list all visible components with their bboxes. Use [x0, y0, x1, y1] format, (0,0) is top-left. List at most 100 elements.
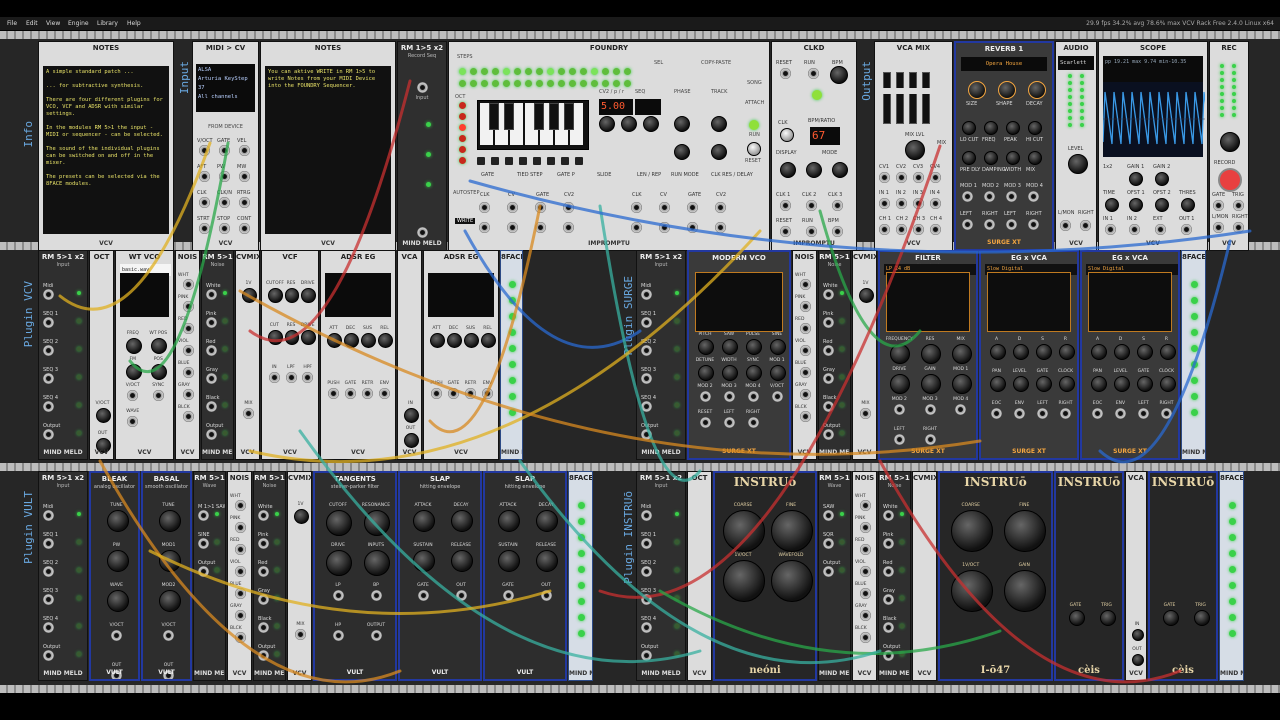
module-knob[interactable]: [301, 330, 316, 345]
notes-module[interactable]: NOTES A simple standard patch ... ... fo…: [38, 41, 174, 251]
selector-led[interactable]: [675, 540, 679, 544]
module-jack[interactable]: [268, 372, 280, 383]
reverb-param-knob[interactable]: [1028, 151, 1042, 165]
module-jack[interactable]: [431, 388, 442, 399]
selector-jack[interactable]: [641, 622, 652, 633]
selector-jack[interactable]: [823, 289, 834, 300]
selector-jack[interactable]: [206, 345, 217, 356]
channel-fader[interactable]: [907, 72, 919, 124]
selector-led[interactable]: [840, 347, 844, 351]
module-knob[interactable]: [771, 560, 813, 602]
channel-output-jack[interactable]: [896, 224, 907, 235]
step-led[interactable]: [613, 80, 620, 87]
clock-output-jack[interactable]: [832, 200, 843, 211]
foundry-knob[interactable]: [674, 144, 690, 160]
module-knob[interactable]: [344, 333, 359, 348]
step-led[interactable]: [591, 80, 598, 87]
preset-slot-led[interactable]: [1229, 566, 1236, 573]
preset-slot-led[interactable]: [1191, 361, 1198, 368]
step-led[interactable]: [569, 68, 576, 75]
piano-black-key[interactable]: [504, 103, 514, 130]
selector-led[interactable]: [223, 347, 227, 351]
channel-fader[interactable]: [881, 72, 893, 124]
module-jack[interactable]: [924, 434, 936, 445]
clkd-input-jack[interactable]: [780, 68, 791, 79]
mod-input-jack[interactable]: [962, 191, 973, 202]
module-knob[interactable]: [921, 344, 941, 364]
noise-output-jack[interactable]: [235, 566, 246, 577]
module-knob[interactable]: [1162, 610, 1179, 626]
mod-input-jack[interactable]: [1028, 191, 1039, 202]
step-led[interactable]: [503, 80, 510, 87]
module-jack[interactable]: [465, 388, 476, 399]
module-knob[interactable]: [498, 510, 520, 532]
selector-jack[interactable]: [883, 510, 894, 521]
selector-led[interactable]: [275, 652, 279, 656]
preset-slot-led[interactable]: [1191, 281, 1198, 288]
surge-filter-module[interactable]: FILTERStandardLP 24 dBFREQUENCYRESMIXDRI…: [878, 250, 978, 460]
selector-jack[interactable]: [883, 650, 894, 661]
module-jack[interactable]: [771, 391, 783, 402]
foundry-jack[interactable]: [715, 222, 726, 233]
module-knob[interactable]: [722, 339, 738, 355]
mix-level-knob[interactable]: [905, 140, 925, 160]
selector-jack[interactable]: [883, 566, 894, 577]
selector-led[interactable]: [675, 375, 679, 379]
module-jack[interactable]: [991, 408, 1002, 419]
clkd-output-jack[interactable]: [780, 226, 791, 237]
module-knob[interactable]: [1058, 344, 1075, 360]
module-knob[interactable]: [950, 510, 993, 552]
module-jack[interactable]: [127, 416, 139, 427]
foundry-jack[interactable]: [687, 202, 698, 213]
selector-jack[interactable]: [641, 650, 652, 661]
module-knob[interactable]: [890, 374, 911, 394]
selector-led[interactable]: [223, 319, 227, 323]
reverb-io-jack[interactable]: [1006, 219, 1017, 230]
preset-slot-led[interactable]: [578, 534, 585, 541]
selector-led[interactable]: [900, 652, 904, 656]
module-jack[interactable]: [540, 590, 552, 601]
clock-output-jack[interactable]: [806, 200, 817, 211]
module-jack[interactable]: [328, 388, 339, 399]
reverb-module[interactable]: REVERB 1 Opera House SIZE SHAPE DECAY LO CU…: [954, 41, 1054, 251]
selector-jack[interactable]: [206, 373, 217, 384]
foundry-jack[interactable]: [563, 222, 574, 233]
audio-device-display[interactable]: Scarlett 2i: [1058, 56, 1094, 76]
midi-gate-jack[interactable]: [219, 145, 230, 156]
ceis-module[interactable]: INSTRUō GATE TRIG cèis: [1054, 471, 1124, 681]
module-knob[interactable]: [284, 330, 300, 345]
module-knob[interactable]: [125, 364, 142, 380]
noise-output-jack[interactable]: [183, 345, 194, 356]
selector-jack[interactable]: [206, 401, 217, 412]
module-knob[interactable]: [451, 550, 473, 572]
step-led[interactable]: [536, 68, 543, 75]
module-knob[interactable]: [770, 365, 786, 381]
module-knob[interactable]: [268, 288, 283, 303]
eq-knob[interactable]: [1028, 121, 1042, 135]
eg-vca-module-2[interactable]: EG x VCA Slow Digital A D S R PAN LEVEL GATE CLOC…: [1080, 250, 1180, 460]
scope-knob[interactable]: [1155, 198, 1169, 212]
piano-black-key[interactable]: [549, 103, 559, 130]
step-led[interactable]: [492, 80, 499, 87]
selector-jack[interactable]: [258, 510, 269, 521]
noise-output-jack[interactable]: [183, 389, 194, 400]
selector-led[interactable]: [275, 568, 279, 572]
cv-mix-module-4[interactable]: CVMIX VCV: [912, 471, 937, 681]
preset-slot-led[interactable]: [578, 550, 585, 557]
piano-black-key[interactable]: [564, 103, 574, 130]
step-led[interactable]: [525, 68, 532, 75]
record-button[interactable]: [1218, 168, 1242, 192]
cv-input-jack[interactable]: [930, 172, 941, 183]
reverb-param-knob[interactable]: [1006, 151, 1020, 165]
rm-5-1-input-module-surge[interactable]: RM 5>1 x2 Input Midi SEQ 1 SEQ 2 SEQ 3 SEQ 4 Ou…: [636, 250, 686, 460]
module-jack[interactable]: [699, 391, 711, 402]
step-led[interactable]: [459, 80, 466, 87]
selector-led[interactable]: [900, 596, 904, 600]
selector-jack[interactable]: [43, 510, 54, 521]
ratio-knob[interactable]: [806, 162, 822, 178]
notes-text[interactable]: You can aktive WRITE in RM 1>5 to write …: [265, 66, 391, 234]
selector-jack[interactable]: [198, 510, 209, 521]
selector-jack[interactable]: [206, 289, 217, 300]
channel-fader[interactable]: [920, 72, 932, 124]
preset-slot-led[interactable]: [578, 518, 585, 525]
